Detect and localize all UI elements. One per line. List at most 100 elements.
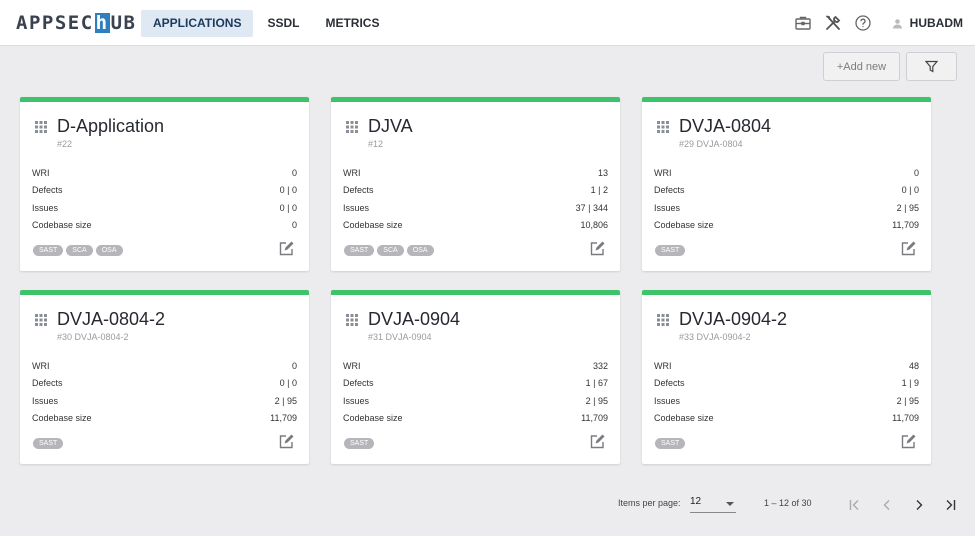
metric-row: Codebase size 10,806 xyxy=(343,220,608,230)
next-page-icon[interactable] xyxy=(912,498,926,512)
edit-icon[interactable] xyxy=(278,434,294,450)
first-page-icon[interactable] xyxy=(848,498,862,512)
nav-ssdl[interactable]: SSDL xyxy=(255,10,311,37)
metric-label: Defects xyxy=(343,185,374,195)
scan-tag: SAST xyxy=(344,438,375,449)
application-card[interactable]: DVJA-0904 #31 DVJA-0904 WRI 332 Defects 1 | 6… xyxy=(331,290,620,464)
application-card[interactable]: DVJA-0804 #29 DVJA-0804 WRI 0 Defects 0 | 0 Is… xyxy=(642,97,931,271)
scan-tags: SAST SCA OSA xyxy=(33,245,126,256)
metric-label: WRI xyxy=(654,361,672,371)
last-page-icon[interactable] xyxy=(943,498,957,512)
metric-row: Codebase size 0 xyxy=(32,220,297,230)
card-title[interactable]: DVJA-0804-2 xyxy=(57,309,165,330)
metric-label: WRI xyxy=(32,168,50,178)
prev-page-icon[interactable] xyxy=(880,498,894,512)
edit-icon[interactable] xyxy=(589,434,605,450)
edit-icon[interactable] xyxy=(900,241,916,257)
application-card[interactable]: D-Application #22 WRI 0 Defects 0 | 0 Issues 0 … xyxy=(20,97,309,271)
grid-icon xyxy=(657,314,669,326)
app-logo[interactable]: APPSEC h UB xyxy=(16,12,136,34)
metric-label: Defects xyxy=(32,378,63,388)
scan-tag: SCA xyxy=(66,245,93,256)
metric-label: Codebase size xyxy=(654,413,714,423)
logo-suffix: UB xyxy=(110,12,137,34)
metric-row: Defects 1 | 9 xyxy=(654,378,919,388)
scan-tags: SAST SCA OSA xyxy=(344,245,437,256)
metric-row: Issues 2 | 95 xyxy=(654,396,919,406)
chevron-down-icon xyxy=(726,502,734,506)
metric-row: Defects 0 | 0 xyxy=(32,185,297,195)
metric-value: 10,806 xyxy=(580,220,608,230)
nav-applications[interactable]: APPLICATIONS xyxy=(141,10,254,37)
user-menu[interactable]: HUBADM xyxy=(892,16,963,30)
scan-tag: OSA xyxy=(406,245,434,256)
metric-value: 2 | 95 xyxy=(274,396,297,406)
metric-label: Defects xyxy=(654,185,685,195)
user-name: HUBADM xyxy=(909,16,963,30)
scan-tags: SAST xyxy=(655,438,688,449)
scan-tags: SAST xyxy=(655,245,688,256)
user-icon xyxy=(892,18,902,28)
items-per-page-label: Items per page: xyxy=(618,498,681,508)
grid-icon xyxy=(35,314,47,326)
card-title[interactable]: DVJA-0904-2 xyxy=(679,309,787,330)
metric-row: Codebase size 11,709 xyxy=(654,220,919,230)
metric-label: Codebase size xyxy=(654,220,714,230)
card-subtitle: #22 xyxy=(57,139,73,149)
card-subtitle: #31 DVJA-0904 xyxy=(368,332,432,342)
metric-row: Codebase size 11,709 xyxy=(654,413,919,423)
metric-value: 0 | 0 xyxy=(901,185,919,195)
filter-icon xyxy=(925,60,938,73)
items-per-page-select[interactable]: 12 xyxy=(690,496,736,513)
help-icon[interactable] xyxy=(854,14,872,32)
metric-label: Issues xyxy=(32,203,59,213)
metric-row: Defects 1 | 67 xyxy=(343,378,608,388)
metric-value: 0 xyxy=(291,168,297,178)
briefcase-icon[interactable] xyxy=(794,14,812,32)
application-card[interactable]: DVJA-0804-2 #30 DVJA-0804-2 WRI 0 Defects 0 |… xyxy=(20,290,309,464)
items-per-page-value: 12 xyxy=(690,496,702,507)
filter-button[interactable] xyxy=(906,52,957,81)
scan-tag: SAST xyxy=(655,245,686,256)
metric-row: WRI 0 xyxy=(32,361,297,371)
metric-label: Defects xyxy=(654,378,685,388)
metric-label: Issues xyxy=(654,203,681,213)
application-card[interactable]: DVJA-0904-2 #33 DVJA-0904-2 WRI 48 Defects 1 … xyxy=(642,290,931,464)
card-title[interactable]: D-Application xyxy=(57,116,164,137)
metric-label: WRI xyxy=(343,361,361,371)
edit-icon[interactable] xyxy=(278,241,294,257)
metric-label: Codebase size xyxy=(32,220,92,230)
metric-row: Issues 2 | 95 xyxy=(32,396,297,406)
scan-tags: SAST xyxy=(33,438,66,449)
edit-icon[interactable] xyxy=(900,434,916,450)
scan-tag: OSA xyxy=(95,245,123,256)
metric-label: WRI xyxy=(654,168,672,178)
metric-label: WRI xyxy=(343,168,361,178)
metric-label: Defects xyxy=(343,378,374,388)
metric-row: Defects 1 | 2 xyxy=(343,185,608,195)
metric-row: WRI 332 xyxy=(343,361,608,371)
nav-metrics[interactable]: METRICS xyxy=(313,10,391,37)
metric-value: 37 | 344 xyxy=(575,203,608,213)
metric-value: 2 | 95 xyxy=(896,203,919,213)
metric-value: 2 | 95 xyxy=(585,396,608,406)
card-title[interactable]: DVJA-0904 xyxy=(368,309,460,330)
card-title[interactable]: DJVA xyxy=(368,116,413,137)
tools-icon[interactable] xyxy=(824,14,842,32)
metric-label: WRI xyxy=(32,361,50,371)
card-title[interactable]: DVJA-0804 xyxy=(679,116,771,137)
metric-value: 13 xyxy=(597,168,608,178)
application-card[interactable]: DJVA #12 WRI 13 Defects 1 | 2 Issues 37 | 344 Co… xyxy=(331,97,620,271)
edit-icon[interactable] xyxy=(589,241,605,257)
metric-value: 11,709 xyxy=(892,413,919,423)
add-new-button[interactable]: +Add new xyxy=(823,52,900,81)
metric-value: 0 | 0 xyxy=(279,185,297,195)
metric-label: Issues xyxy=(654,396,681,406)
metric-label: Issues xyxy=(343,396,370,406)
scan-tag: SCA xyxy=(377,245,404,256)
logo-prefix: APPSEC xyxy=(16,12,94,34)
metric-row: Issues 37 | 344 xyxy=(343,203,608,213)
grid-icon xyxy=(346,314,358,326)
metric-label: Defects xyxy=(32,185,63,195)
metric-value: 0 xyxy=(913,168,919,178)
